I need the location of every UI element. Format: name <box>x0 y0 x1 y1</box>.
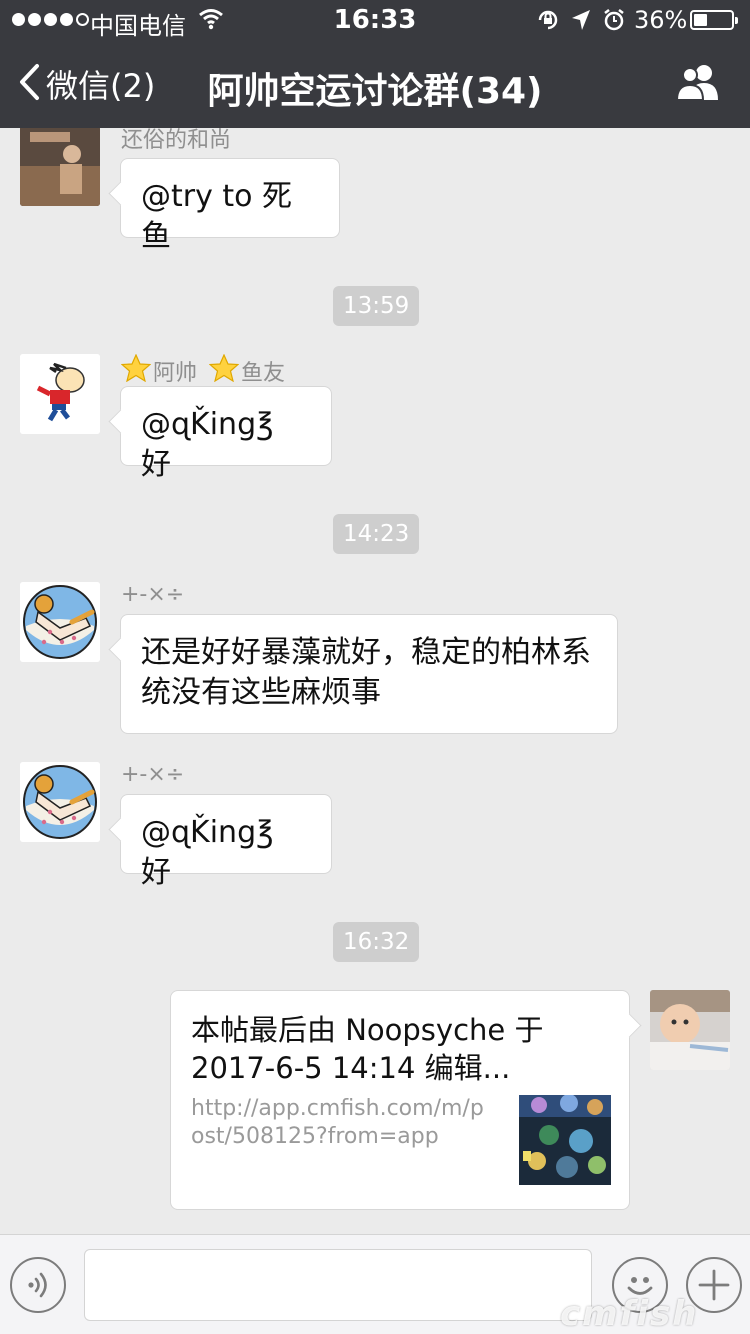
avatar[interactable] <box>20 354 100 434</box>
app-header: 中国电信 16:33 36% 微信(2) 阿帅空运讨论群(34) <box>0 0 750 128</box>
chat-title: 阿帅空运讨论群(34) <box>207 71 543 112</box>
message-input[interactable] <box>84 1249 592 1321</box>
voice-button[interactable] <box>10 1257 66 1313</box>
avatar[interactable] <box>20 582 100 662</box>
avatar[interactable] <box>20 762 100 842</box>
group-members-button[interactable] <box>674 62 730 106</box>
battery-percentage: 36% <box>634 6 688 34</box>
shared-link-card[interactable]: 本帖最后由 Noopsyche 于 2017-6-5 14:14 编辑... h… <box>170 990 630 1210</box>
sender-name-text: 阿帅 <box>153 361 198 386</box>
my-avatar[interactable] <box>650 990 730 1070</box>
star-icon <box>120 353 152 388</box>
avatar[interactable] <box>20 128 100 206</box>
message-bubble[interactable]: @try to 死鱼 <box>120 158 340 254</box>
chat-messages[interactable]: 还俗的和尚 @try to 死鱼 13:59 阿帅 鱼友 @ɋǨing℥ 好 1… <box>0 128 750 1234</box>
battery-icon <box>690 10 738 30</box>
battery-level-fill <box>694 14 707 26</box>
message-bubble[interactable]: @ɋǨing℥ 好 <box>120 386 332 482</box>
location-arrow-icon <box>570 8 592 36</box>
voice-icon <box>28 1272 47 1298</box>
status-bar: 中国电信 16:33 36% <box>0 0 750 40</box>
timestamp: 14:23 <box>333 514 420 554</box>
group-members-icon <box>675 65 718 101</box>
message-bubble[interactable]: 还是好好暴藻就好，稳定的柏林系统没有这些麻烦事 <box>120 614 618 734</box>
alarm-icon <box>602 8 626 36</box>
sender-name: +-×÷ <box>121 762 185 787</box>
sender-name: 还俗的和尚 <box>121 128 232 153</box>
rotation-lock-icon <box>536 8 560 36</box>
link-thumbnail <box>519 1095 611 1185</box>
nav-bar: 微信(2) 阿帅空运讨论群(34) <box>0 40 750 128</box>
sender-name: 阿帅 鱼友 <box>120 353 286 388</box>
timestamp: 13:59 <box>333 286 420 326</box>
sender-tag: 鱼友 <box>241 361 286 386</box>
message-bubble[interactable]: @ɋǨing℥ 好 <box>120 794 332 890</box>
watermark-logo: cmfish <box>560 1294 699 1334</box>
sender-name: +-×÷ <box>121 582 185 607</box>
link-url: http://app.cmfish.com/m/post/508125?from… <box>191 1096 484 1149</box>
link-title: 本帖最后由 Noopsyche 于 2017-6-5 14:14 编辑... <box>191 1013 544 1085</box>
timestamp: 16:32 <box>333 922 420 962</box>
status-icons <box>536 8 626 36</box>
plus-icon <box>698 1269 730 1301</box>
star-icon <box>208 353 240 388</box>
